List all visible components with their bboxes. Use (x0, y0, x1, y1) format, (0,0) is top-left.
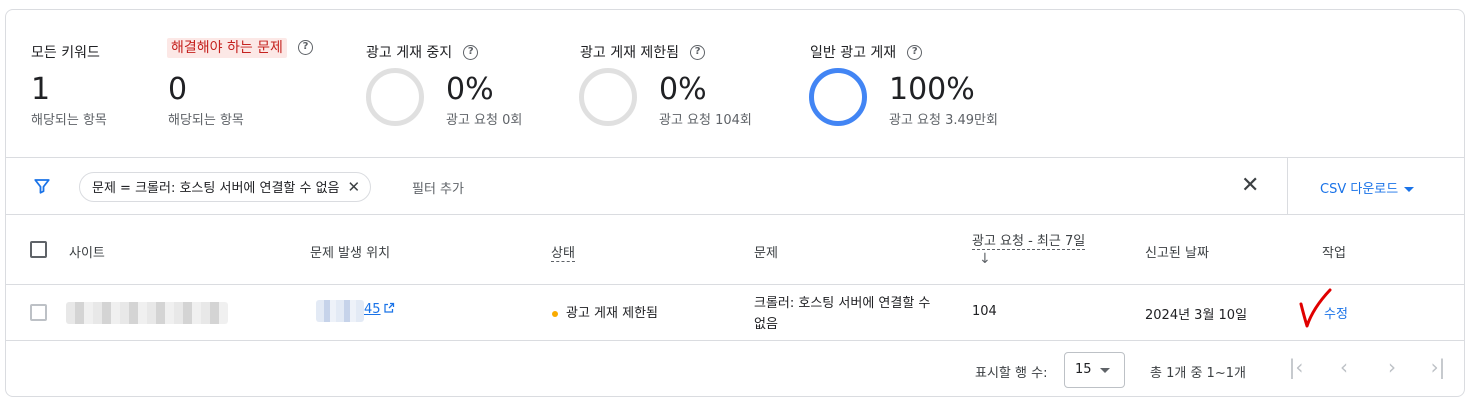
table-header: 사이트 문제 발생 위치 상태 문제 광고 요청 - 최근 7일 ↓ 신고된 날… (6, 215, 1464, 285)
metric-stopped-title: 광고 게재 중지 (366, 45, 453, 61)
close-icon[interactable]: ✕ (348, 173, 361, 201)
column-header-location: 문제 발생 위치 (310, 246, 391, 261)
help-circle-icon[interactable]: ? (690, 45, 706, 60)
metric-stopped-ring (366, 68, 424, 126)
metric-all-keywords-title: 모든 키워드 (31, 45, 100, 61)
rows-per-page-select[interactable]: 15 (1064, 352, 1125, 388)
metric-stopped-value: 0% (446, 72, 494, 107)
column-header-ad-requests[interactable]: 광고 요청 - 최근 7일 (972, 230, 1086, 250)
add-filter-input[interactable]: 필터 추가 (412, 178, 464, 197)
status-dot (552, 310, 558, 317)
metric-stopped-header[interactable]: 광고 게재 중지 ? (366, 42, 479, 62)
row-checkbox[interactable] (30, 304, 47, 321)
column-header-issue: 문제 (754, 246, 778, 261)
status-label: 광고 게재 제한됨 (566, 306, 658, 321)
column-header-reported-date: 신고된 날짜 (1145, 246, 1209, 261)
select-all-checkbox[interactable] (30, 241, 47, 258)
reported-date-cell: 2024년 3월 10일 (1145, 308, 1248, 323)
next-page-button[interactable]: › (1380, 355, 1404, 379)
filter-icon[interactable] (33, 177, 51, 195)
open-in-new-icon[interactable] (383, 302, 395, 314)
sort-arrow-icon[interactable]: ↓ (979, 251, 991, 267)
metric-limited-sub: 광고 요청 104회 (659, 113, 752, 128)
help-circle-icon[interactable]: ? (463, 45, 479, 60)
ad-requests-cell: 104 (972, 304, 997, 319)
keyword-issues-card: 모든 키워드 1 해당되는 항목 해결해야 하는 문제 ? 0 해당되는 항목 … (5, 9, 1465, 397)
divider (1287, 158, 1288, 215)
help-circle-icon[interactable]: ? (907, 45, 923, 60)
csv-download-button[interactable]: CSV 다운로드 (1320, 178, 1415, 197)
caret-down-icon (1100, 368, 1110, 373)
rows-per-page-label: 표시할 행 수: (975, 366, 1048, 381)
metric-issues-header[interactable]: 해결해야 하는 문제 ? (167, 37, 314, 58)
metric-all-keywords-sub: 해당되는 항목 (31, 113, 107, 128)
metric-limited-ring (579, 68, 637, 126)
filter-chip-label: 문제 = 크롤러: 호스팅 서버에 연결할 수 없음 (92, 181, 340, 196)
metric-limited-value: 0% (659, 72, 707, 107)
metric-normal-ring (809, 68, 867, 126)
filter-chip[interactable]: 문제 = 크롤러: 호스팅 서버에 연결할 수 없음 ✕ (79, 172, 372, 202)
last-page-button[interactable]: ›| (1426, 355, 1450, 379)
summary-panel: 모든 키워드 1 해당되는 항목 해결해야 하는 문제 ? 0 해당되는 항목 … (6, 10, 1464, 158)
table-row: 45 광고 게재 제한됨 크롤러: 호스팅 서버에 연결할 수 없음 104 2… (6, 286, 1464, 341)
site-name-redacted (66, 302, 228, 324)
edit-link[interactable]: 수정 (1324, 303, 1348, 322)
metric-issues-value: 0 (168, 72, 188, 107)
location-link[interactable]: 45 (364, 302, 381, 317)
metric-issues-title: 해결해야 하는 문제 (167, 38, 287, 58)
first-page-button[interactable]: |‹ (1284, 355, 1308, 379)
metric-normal-value: 100% (889, 72, 975, 107)
column-header-action: 작업 (1322, 246, 1346, 261)
caret-down-icon (1404, 187, 1415, 192)
previous-page-button[interactable]: ‹ (1332, 355, 1356, 379)
metric-normal-header[interactable]: 일반 광고 게재 ? (810, 42, 923, 62)
clear-filters-button[interactable]: ✕ (1241, 173, 1259, 198)
metric-normal-sub: 광고 요청 3.49만회 (889, 113, 998, 128)
metric-issues-sub: 해당되는 항목 (168, 113, 244, 128)
issue-cell: 크롤러: 호스팅 서버에 연결할 수 없음 (754, 296, 931, 332)
metric-all-keywords-value: 1 (31, 72, 51, 107)
status-cell: 광고 게재 제한됨 (552, 302, 658, 321)
location-link-redacted[interactable] (316, 300, 364, 322)
metric-limited-title: 광고 게재 제한됨 (580, 45, 680, 61)
page-range-label: 총 1개 중 1~1개 (1150, 366, 1246, 381)
pagination-bar: 표시할 행 수: 15 총 1개 중 1~1개 |‹ ‹ › ›| (6, 341, 1464, 396)
metric-normal-title: 일반 광고 게재 (810, 45, 897, 61)
metric-limited-header[interactable]: 광고 게재 제한됨 ? (580, 42, 706, 62)
metric-stopped-sub: 광고 요청 0회 (446, 113, 523, 128)
help-circle-icon[interactable]: ? (298, 40, 314, 55)
column-header-site: 사이트 (69, 246, 105, 261)
column-header-status[interactable]: 상태 (551, 242, 575, 262)
rows-per-page-value: 15 (1075, 362, 1092, 377)
filter-bar: 문제 = 크롤러: 호스팅 서버에 연결할 수 없음 ✕ 필터 추가 ✕ CSV … (6, 158, 1464, 215)
csv-download-label: CSV 다운로드 (1320, 182, 1399, 197)
